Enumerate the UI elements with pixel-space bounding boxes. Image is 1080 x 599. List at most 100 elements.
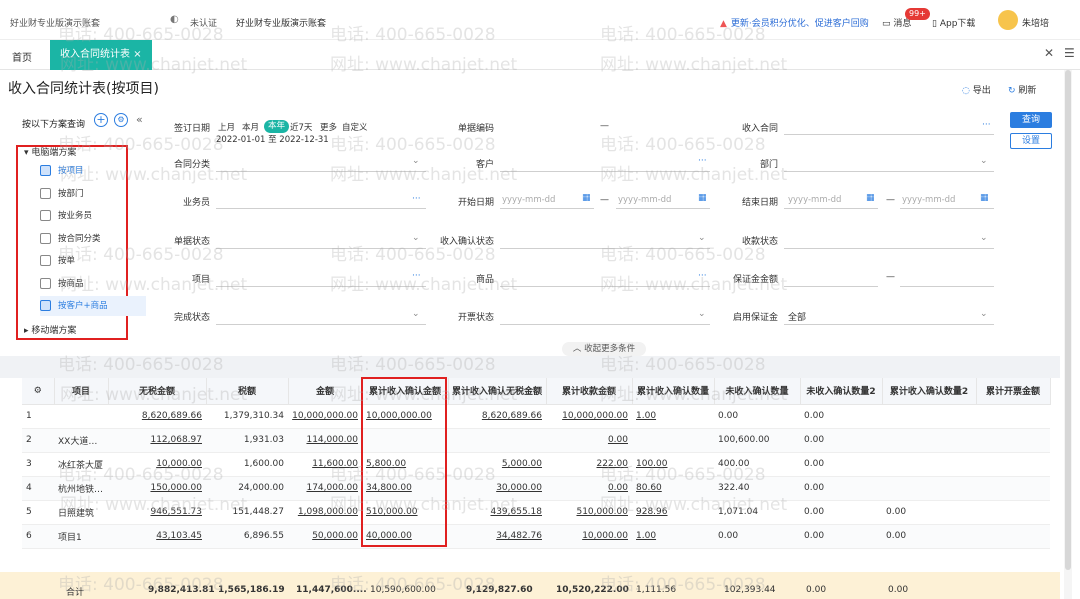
- company-name[interactable]: 好业财专业版演示账套: [10, 16, 100, 29]
- cell-amount-link[interactable]: 510,000.00: [546, 500, 632, 525]
- query-button[interactable]: 查询: [1010, 112, 1052, 128]
- vertical-scrollbar[interactable]: [1064, 70, 1072, 599]
- column-header[interactable]: 累计收款金额: [546, 378, 633, 405]
- cell-amount-link[interactable]: 439,655.18: [448, 500, 546, 525]
- cell-amount-link[interactable]: 11,600.00: [288, 452, 362, 477]
- start-date-from[interactable]: yyyy-mm-dd: [502, 195, 555, 205]
- cell-amount-link[interactable]: 50,000.00: [288, 524, 362, 549]
- cell-amount-link[interactable]: 8,620,689.66: [448, 404, 546, 429]
- export-button[interactable]: ◌ 导出: [962, 83, 991, 96]
- column-header[interactable]: 未收入确认数量2: [800, 378, 883, 405]
- cell-amount-link[interactable]: 928.96: [632, 500, 714, 525]
- cell-amount-link[interactable]: 174,000.00: [288, 476, 362, 501]
- table-row[interactable]: 4 杭州地铁9号... 150,000.00 24,000.00 174,000…: [22, 476, 1050, 501]
- invoice-status-select[interactable]: [500, 324, 710, 325]
- auth-status[interactable]: 未认证: [190, 16, 217, 29]
- cell-amount-link[interactable]: 10,000,000.00: [546, 404, 632, 429]
- cell-amount-link[interactable]: [448, 428, 546, 453]
- cell-amount-link[interactable]: 10,000.00: [108, 452, 206, 477]
- period-last-month[interactable]: 上月: [218, 121, 235, 133]
- product-input[interactable]: [500, 286, 710, 287]
- scheme-item-contract-class[interactable]: 按合同分类: [40, 229, 146, 249]
- contract-class-select[interactable]: [216, 171, 426, 172]
- end-date-from[interactable]: yyyy-mm-dd: [788, 195, 841, 205]
- cell-amount-link[interactable]: 150,000.00: [108, 476, 206, 501]
- cell-amount-link[interactable]: 10,000.00: [546, 524, 632, 549]
- cell-amount-link[interactable]: 34,482.76: [448, 524, 546, 549]
- scheme-item-salesman[interactable]: 按业务员: [40, 206, 146, 226]
- scrollbar-thumb[interactable]: [1065, 70, 1071, 570]
- calendar-icon[interactable]: ▦: [980, 193, 989, 203]
- column-header[interactable]: 累计收入确认数量: [632, 378, 715, 405]
- deposit-amount-from[interactable]: [784, 286, 878, 287]
- cell-amount-link[interactable]: 80.60: [632, 476, 714, 501]
- close-icon[interactable]: ✕: [1044, 46, 1054, 60]
- complete-status-select[interactable]: [216, 324, 426, 325]
- enable-deposit-select[interactable]: [784, 324, 994, 325]
- tab-close-icon[interactable]: ×: [133, 49, 141, 60]
- table-row[interactable]: 5 日照建筑 946,551.73 151,448.27 1,098,000.0…: [22, 500, 1050, 525]
- cell-amount-link[interactable]: [632, 428, 714, 453]
- settings-button[interactable]: 设置: [1010, 133, 1052, 149]
- more-dots-icon[interactable]: ···: [412, 271, 421, 281]
- column-settings-icon[interactable]: ⚙: [22, 378, 55, 405]
- cell-amount-link[interactable]: 222.00: [546, 452, 632, 477]
- customer-input[interactable]: [500, 171, 710, 172]
- income-confirm-status-select[interactable]: [500, 248, 710, 249]
- period-this-month[interactable]: 本月: [242, 121, 259, 133]
- table-row[interactable]: 1 8,620,689.66 1,379,310.34 10,000,000.0…: [22, 404, 1050, 429]
- cell-amount-link[interactable]: 8,620,689.66: [108, 404, 206, 429]
- table-row[interactable]: 3 冰红茶大厦 10,000.00 1,600.00 11,600.00 5,8…: [22, 452, 1050, 477]
- table-row[interactable]: 6 项目1 43,103.45 6,896.55 50,000.00 40,00…: [22, 524, 1050, 549]
- menu-icon[interactable]: ☰: [1064, 46, 1075, 60]
- cell-amount-link[interactable]: 10,000,000.00: [288, 404, 362, 429]
- notice-link[interactable]: ▲ 更新·会员积分优化、促进客户回购: [720, 16, 869, 29]
- scheme-group-mobile[interactable]: ▸ 移动端方案: [24, 323, 76, 336]
- more-dots-icon[interactable]: ···: [412, 194, 421, 204]
- calendar-icon[interactable]: ▦: [866, 193, 875, 203]
- period-this-year[interactable]: 本年: [264, 120, 290, 133]
- cell-amount-link[interactable]: 1,098,000.00: [288, 500, 362, 525]
- project-input[interactable]: [216, 286, 426, 287]
- scheme-item-customer-product[interactable]: 按客户+商品: [40, 296, 146, 316]
- cell-amount-link[interactable]: 1.00: [632, 524, 714, 549]
- end-date-to[interactable]: yyyy-mm-dd: [902, 195, 955, 205]
- enable-deposit-value[interactable]: 全部: [788, 310, 806, 323]
- cell-amount-link[interactable]: 946,551.73: [108, 500, 206, 525]
- deposit-amount-to[interactable]: [900, 286, 994, 287]
- more-dots-icon[interactable]: ···: [982, 120, 991, 130]
- refresh-button[interactable]: ↻ 刷新: [1008, 83, 1036, 96]
- start-date-to[interactable]: yyyy-mm-dd: [618, 195, 671, 205]
- calendar-icon[interactable]: ▦: [582, 193, 591, 203]
- cell-amount-link[interactable]: 5,000.00: [448, 452, 546, 477]
- scheme-item-project[interactable]: 按项目: [40, 161, 146, 181]
- period-last-7-days[interactable]: 近7天: [290, 121, 312, 133]
- company-switch-icon[interactable]: ◐: [170, 14, 179, 25]
- column-header[interactable]: 累计开票金额: [976, 378, 1051, 405]
- add-scheme-icon[interactable]: +: [94, 113, 108, 127]
- more-dots-icon[interactable]: ···: [698, 271, 707, 281]
- cell-amount-link[interactable]: 43,103.45: [108, 524, 206, 549]
- scheme-item-product[interactable]: 按商品: [40, 274, 146, 294]
- tab-income-contract-stats[interactable]: 收入合同统计表 ×: [50, 40, 152, 70]
- user-name[interactable]: 朱培培: [1022, 16, 1049, 29]
- app-download-button[interactable]: ▯ App下载: [932, 16, 975, 29]
- calendar-icon[interactable]: ▦: [698, 193, 707, 203]
- table-row[interactable]: 2 XX大道工程 112,068.97 1,931.03 114,000.00 …: [22, 428, 1050, 453]
- cell-amount-link[interactable]: 1.00: [632, 404, 714, 429]
- doc-status-select[interactable]: [216, 248, 426, 249]
- scheme-item-doc[interactable]: 按单: [40, 251, 146, 271]
- collapse-filters-button[interactable]: ︿ 收起更多条件: [562, 342, 646, 356]
- collapse-sidebar-icon[interactable]: «: [136, 113, 143, 126]
- dept-select[interactable]: [784, 171, 994, 172]
- cell-amount-link[interactable]: 0.00: [546, 428, 632, 453]
- column-header[interactable]: 税额: [206, 378, 289, 405]
- cell-amount-link[interactable]: 0.00: [546, 476, 632, 501]
- tab-home[interactable]: 首页: [12, 49, 32, 64]
- scheme-settings-icon[interactable]: ⚙: [114, 113, 128, 127]
- column-header[interactable]: 未收入确认数量: [714, 378, 801, 405]
- column-header[interactable]: 项目: [54, 378, 109, 405]
- cell-amount-link[interactable]: 30,000.00: [448, 476, 546, 501]
- collect-status-select[interactable]: [784, 248, 994, 249]
- income-contract-input[interactable]: [784, 134, 994, 135]
